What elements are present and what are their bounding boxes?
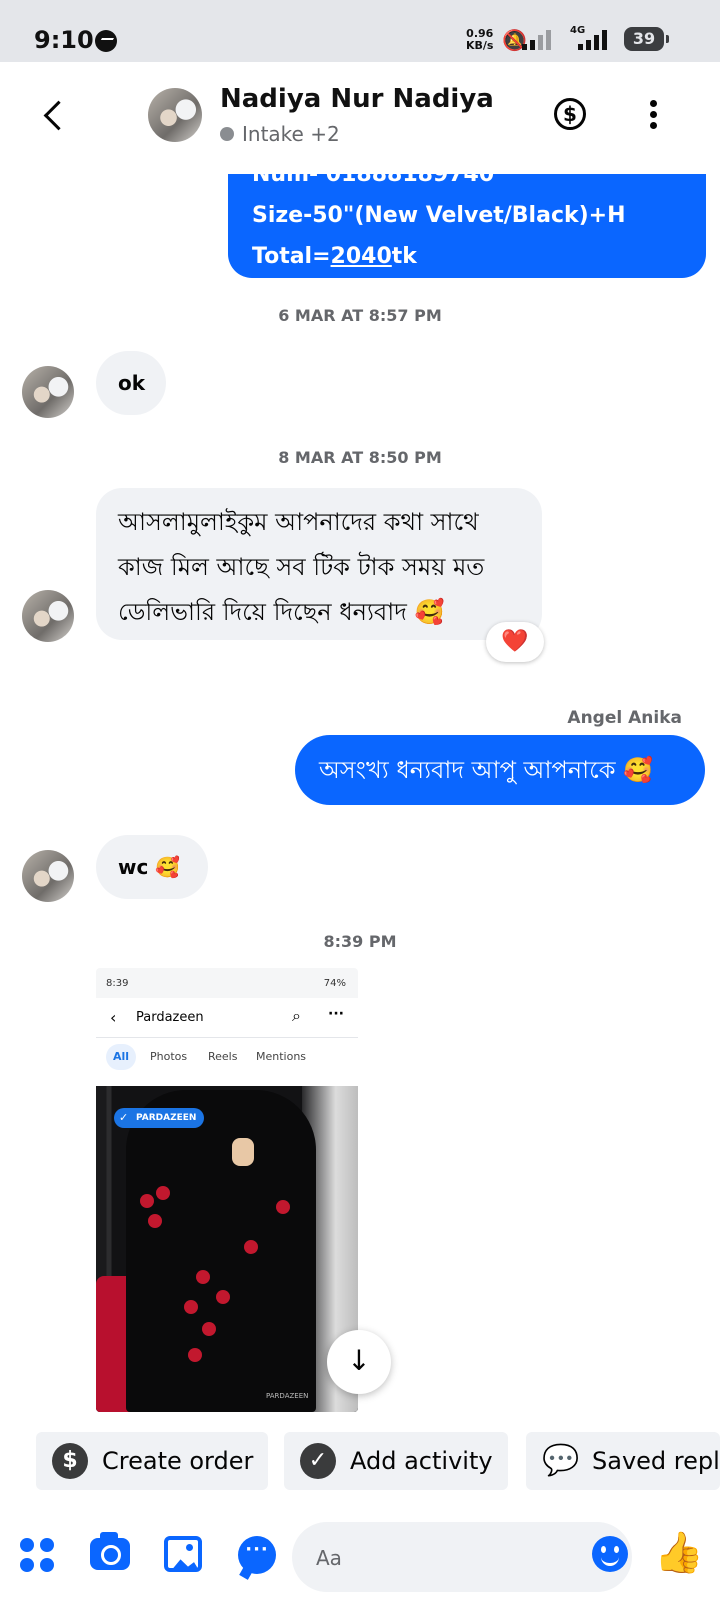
emoji-icon[interactable] bbox=[592, 1536, 628, 1572]
status-bar: 9:10 0.96 KB/s 🔕 4G 39 bbox=[0, 0, 720, 62]
photo-abaya bbox=[126, 1090, 316, 1412]
incoming-message[interactable]: আসলামুলাইকুম আপনাদের কথা সাথে কাজ মিল আছ… bbox=[96, 488, 542, 640]
attachment-status-bar: 8:39 74% bbox=[96, 968, 358, 998]
more-horizontal-icon: ··· bbox=[328, 1006, 344, 1022]
network-speed-unit: KB/s bbox=[466, 39, 494, 52]
order-size-line: Size-50"(New Velvet/Black)+H bbox=[252, 203, 626, 228]
order-number-line: Num- 01888189740 bbox=[252, 174, 495, 187]
timestamp: 8:39 PM bbox=[323, 932, 397, 951]
apps-icon[interactable] bbox=[20, 1538, 56, 1574]
dollar-circle-icon[interactable]: $ bbox=[554, 98, 586, 130]
order-total-line: Total=2040tk bbox=[252, 236, 682, 277]
chat-bubbles-icon: 💬 bbox=[542, 1443, 580, 1478]
battery-icon: 39 bbox=[624, 27, 669, 51]
attachment-nav: ‹ Pardazeen ⌕ ··· bbox=[96, 998, 358, 1038]
status-dot-icon bbox=[220, 127, 234, 141]
signal-icon bbox=[522, 30, 551, 50]
check-circle-icon: ✓ bbox=[300, 1443, 336, 1479]
attachment-tabs: All Photos Reels Mentions bbox=[96, 1040, 358, 1076]
search-icon: ⌕ bbox=[292, 1006, 301, 1025]
avatar[interactable] bbox=[22, 590, 74, 642]
create-order-label: Create order bbox=[102, 1447, 254, 1475]
chat-header: Nadiya Nur Nadiya Intake +2 $ bbox=[0, 62, 720, 174]
status-time: 9:10 bbox=[34, 26, 94, 54]
signal-4g-icon bbox=[578, 30, 607, 50]
incoming-message[interactable]: wc 🥰 bbox=[96, 835, 208, 899]
create-order-button[interactable]: $ Create order bbox=[36, 1432, 268, 1490]
verified-badge: PARDAZEEN bbox=[114, 1108, 205, 1128]
outgoing-message-order[interactable]: Num- 01888189740 Size-50"(New Velvet/Bla… bbox=[228, 174, 706, 278]
contact-subtitle-text: Intake +2 bbox=[242, 122, 340, 146]
sender-name: Angel Anika bbox=[567, 708, 682, 728]
back-arrow-icon: ‹ bbox=[110, 1008, 117, 1027]
camera-icon[interactable] bbox=[90, 1532, 130, 1570]
attachment-time: 8:39 bbox=[106, 978, 129, 989]
saved-replies-button[interactable]: 💬 Saved repl bbox=[526, 1432, 720, 1490]
scroll-down-button[interactable]: ↓ bbox=[327, 1330, 391, 1394]
more-vertical-icon[interactable] bbox=[650, 100, 658, 130]
back-arrow-icon[interactable] bbox=[36, 98, 68, 134]
order-total-prefix: Total= bbox=[252, 244, 331, 269]
add-activity-button[interactable]: ✓ Add activity bbox=[284, 1432, 508, 1490]
contact-name[interactable]: Nadiya Nur Nadiya bbox=[220, 84, 494, 114]
order-total-amount[interactable]: 2040 bbox=[331, 244, 392, 269]
attachment-tab: Mentions bbox=[256, 1050, 307, 1063]
outgoing-message[interactable]: অসংখ্য ধন্যবাদ আপু আপনাকে 🥰 bbox=[295, 735, 705, 805]
order-total-suffix: tk bbox=[391, 244, 417, 269]
attachment-tab: Reels bbox=[208, 1050, 238, 1063]
photo-watermark: PARDAZEEN bbox=[266, 1392, 309, 1400]
avatar[interactable] bbox=[22, 850, 74, 902]
attachment-tab: Photos bbox=[150, 1050, 188, 1063]
dollar-circle-icon: $ bbox=[52, 1443, 88, 1479]
heart-reaction-icon[interactable]: ❤️ bbox=[486, 622, 544, 662]
network-speed: 0.96 KB/s bbox=[466, 28, 493, 52]
timestamp: 6 MAR AT 8:57 PM bbox=[278, 306, 442, 325]
avatar[interactable] bbox=[22, 366, 74, 418]
attachment-tab: All bbox=[106, 1044, 136, 1070]
messenger-icon bbox=[95, 30, 117, 52]
saved-replies-label: Saved repl bbox=[592, 1447, 720, 1475]
contact-subtitle: Intake +2 bbox=[220, 122, 340, 146]
attachment-page-name: Pardazeen bbox=[136, 1010, 204, 1025]
image-attachment[interactable]: 8:39 74% ‹ Pardazeen ⌕ ··· All Photos Re… bbox=[96, 968, 358, 1412]
like-icon[interactable]: 👍 bbox=[654, 1530, 704, 1576]
chat-bubble-icon[interactable]: ··· bbox=[238, 1536, 276, 1574]
avatar[interactable] bbox=[148, 88, 202, 142]
message-input-placeholder: Aa bbox=[316, 1546, 342, 1570]
dress-photo: PARDAZEEN PARDAZEEN bbox=[96, 1086, 358, 1412]
gallery-icon[interactable] bbox=[164, 1536, 202, 1572]
message-input[interactable]: Aa bbox=[292, 1522, 632, 1592]
timestamp: 8 MAR AT 8:50 PM bbox=[278, 448, 442, 467]
incoming-message[interactable]: ok bbox=[96, 351, 166, 415]
attachment-battery: 74% bbox=[323, 978, 346, 989]
photo-hand bbox=[232, 1138, 254, 1166]
add-activity-label: Add activity bbox=[350, 1447, 493, 1475]
